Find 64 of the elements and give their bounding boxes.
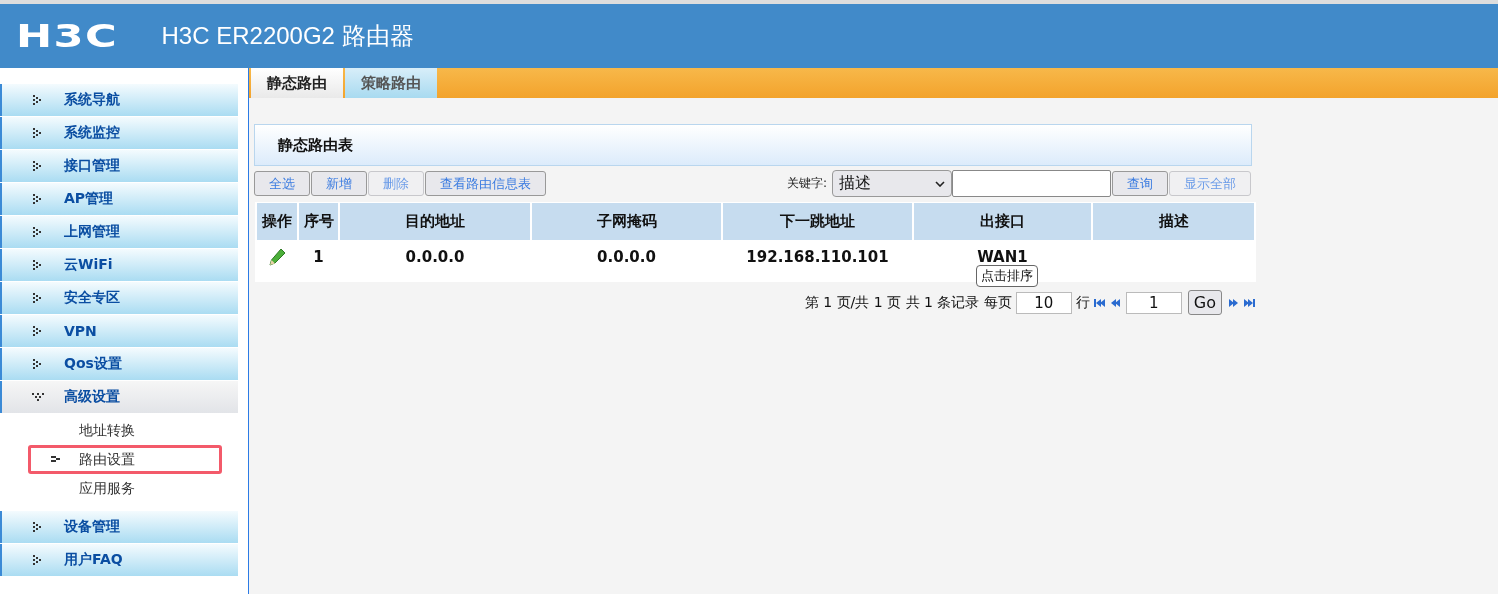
- keyword-label: 关键字:: [786, 175, 827, 192]
- column-header[interactable]: 序号: [299, 203, 338, 240]
- column-header[interactable]: 目的地址: [340, 203, 530, 240]
- collapsed-arrow-icon: [32, 227, 44, 237]
- table-cell: 0.0.0.0: [597, 248, 656, 266]
- tab[interactable]: 策略路由: [345, 68, 437, 98]
- table-cell: 192.168.110.101: [746, 248, 889, 266]
- sidebar-item[interactable]: 高级设置: [0, 381, 238, 413]
- page-number-field[interactable]: 1: [1125, 291, 1182, 314]
- toolbar-button[interactable]: 新增: [311, 171, 367, 196]
- collapsed-arrow-icon: [32, 194, 44, 204]
- keyword-select[interactable]: 描述: [832, 170, 952, 197]
- toolbar-button[interactable]: 查询: [1112, 171, 1168, 196]
- expanded-arrow-icon: [32, 392, 44, 402]
- toolbar-button[interactable]: 查看路由信息表: [425, 171, 546, 196]
- next-page-icon[interactable]: [1228, 297, 1240, 308]
- collapsed-arrow-icon: [32, 161, 44, 171]
- logo: H3C: [16, 17, 118, 55]
- sidebar-item[interactable]: 安全专区: [0, 282, 238, 314]
- collapsed-arrow-icon: [32, 555, 44, 565]
- collapsed-arrow-icon: [32, 522, 44, 532]
- pagination-summary: 第 1 页/共 1 页 共 1 条记录 每页: [804, 293, 1012, 312]
- chevron-down-icon: [935, 180, 945, 187]
- collapsed-arrow-icon: [32, 128, 44, 138]
- collapsed-arrow-icon: [32, 293, 44, 303]
- collapsed-arrow-icon: [32, 359, 44, 369]
- column-header[interactable]: 操作: [257, 203, 297, 240]
- previous-page-icon[interactable]: [1109, 297, 1122, 308]
- panel-title: 静态路由表: [254, 124, 1252, 166]
- search-field[interactable]: [952, 170, 1111, 197]
- tab[interactable]: 静态路由: [251, 68, 343, 98]
- rows-per-page-field[interactable]: 10: [1015, 291, 1072, 314]
- sidebar-item[interactable]: 系统监控: [0, 117, 238, 149]
- column-header[interactable]: 描述: [1093, 203, 1254, 240]
- sidebar-item[interactable]: 接口管理: [0, 150, 238, 182]
- pencil-icon[interactable]: [268, 248, 286, 266]
- first-page-icon[interactable]: [1093, 297, 1106, 308]
- sidebar-item[interactable]: 上网管理: [0, 216, 238, 248]
- collapsed-arrow-icon: [32, 260, 44, 270]
- sidebar-item[interactable]: AP管理: [0, 183, 238, 215]
- pointer-icon: [51, 456, 61, 462]
- column-header[interactable]: 出接口: [914, 203, 1091, 240]
- collapsed-arrow-icon: [32, 326, 44, 336]
- sidebar-subitem[interactable]: 应用服务: [28, 474, 222, 503]
- last-page-icon[interactable]: [1244, 297, 1256, 308]
- sidebar-item[interactable]: 设备管理: [0, 511, 238, 543]
- sidebar-item[interactable]: 用户FAQ: [0, 544, 238, 576]
- tooltip: 点击排序: [976, 265, 1038, 287]
- window-title: H3C ER2200G2 路由器: [161, 21, 414, 51]
- sidebar-item[interactable]: 系统导航: [0, 84, 238, 116]
- column-header[interactable]: 子网掩码: [532, 203, 721, 240]
- collapsed-arrow-icon: [32, 95, 44, 105]
- sidebar-item[interactable]: VPN: [0, 315, 238, 347]
- rows-label: 行: [1075, 293, 1090, 312]
- sidebar-subitem[interactable]: 地址转换: [28, 416, 222, 445]
- table-cell: 0.0.0.0: [405, 248, 465, 266]
- toolbar-button[interactable]: 全选: [254, 171, 310, 196]
- table-cell: WAN1: [977, 248, 1028, 266]
- column-header[interactable]: 下一跳地址: [723, 203, 912, 240]
- sidebar-subitem[interactable]: 路由设置: [28, 445, 222, 474]
- go-button[interactable]: Go: [1187, 290, 1222, 315]
- sidebar-item[interactable]: 云WiFi: [0, 249, 238, 281]
- table-cell: 1: [313, 248, 324, 266]
- sidebar-item[interactable]: Qos设置: [0, 348, 238, 380]
